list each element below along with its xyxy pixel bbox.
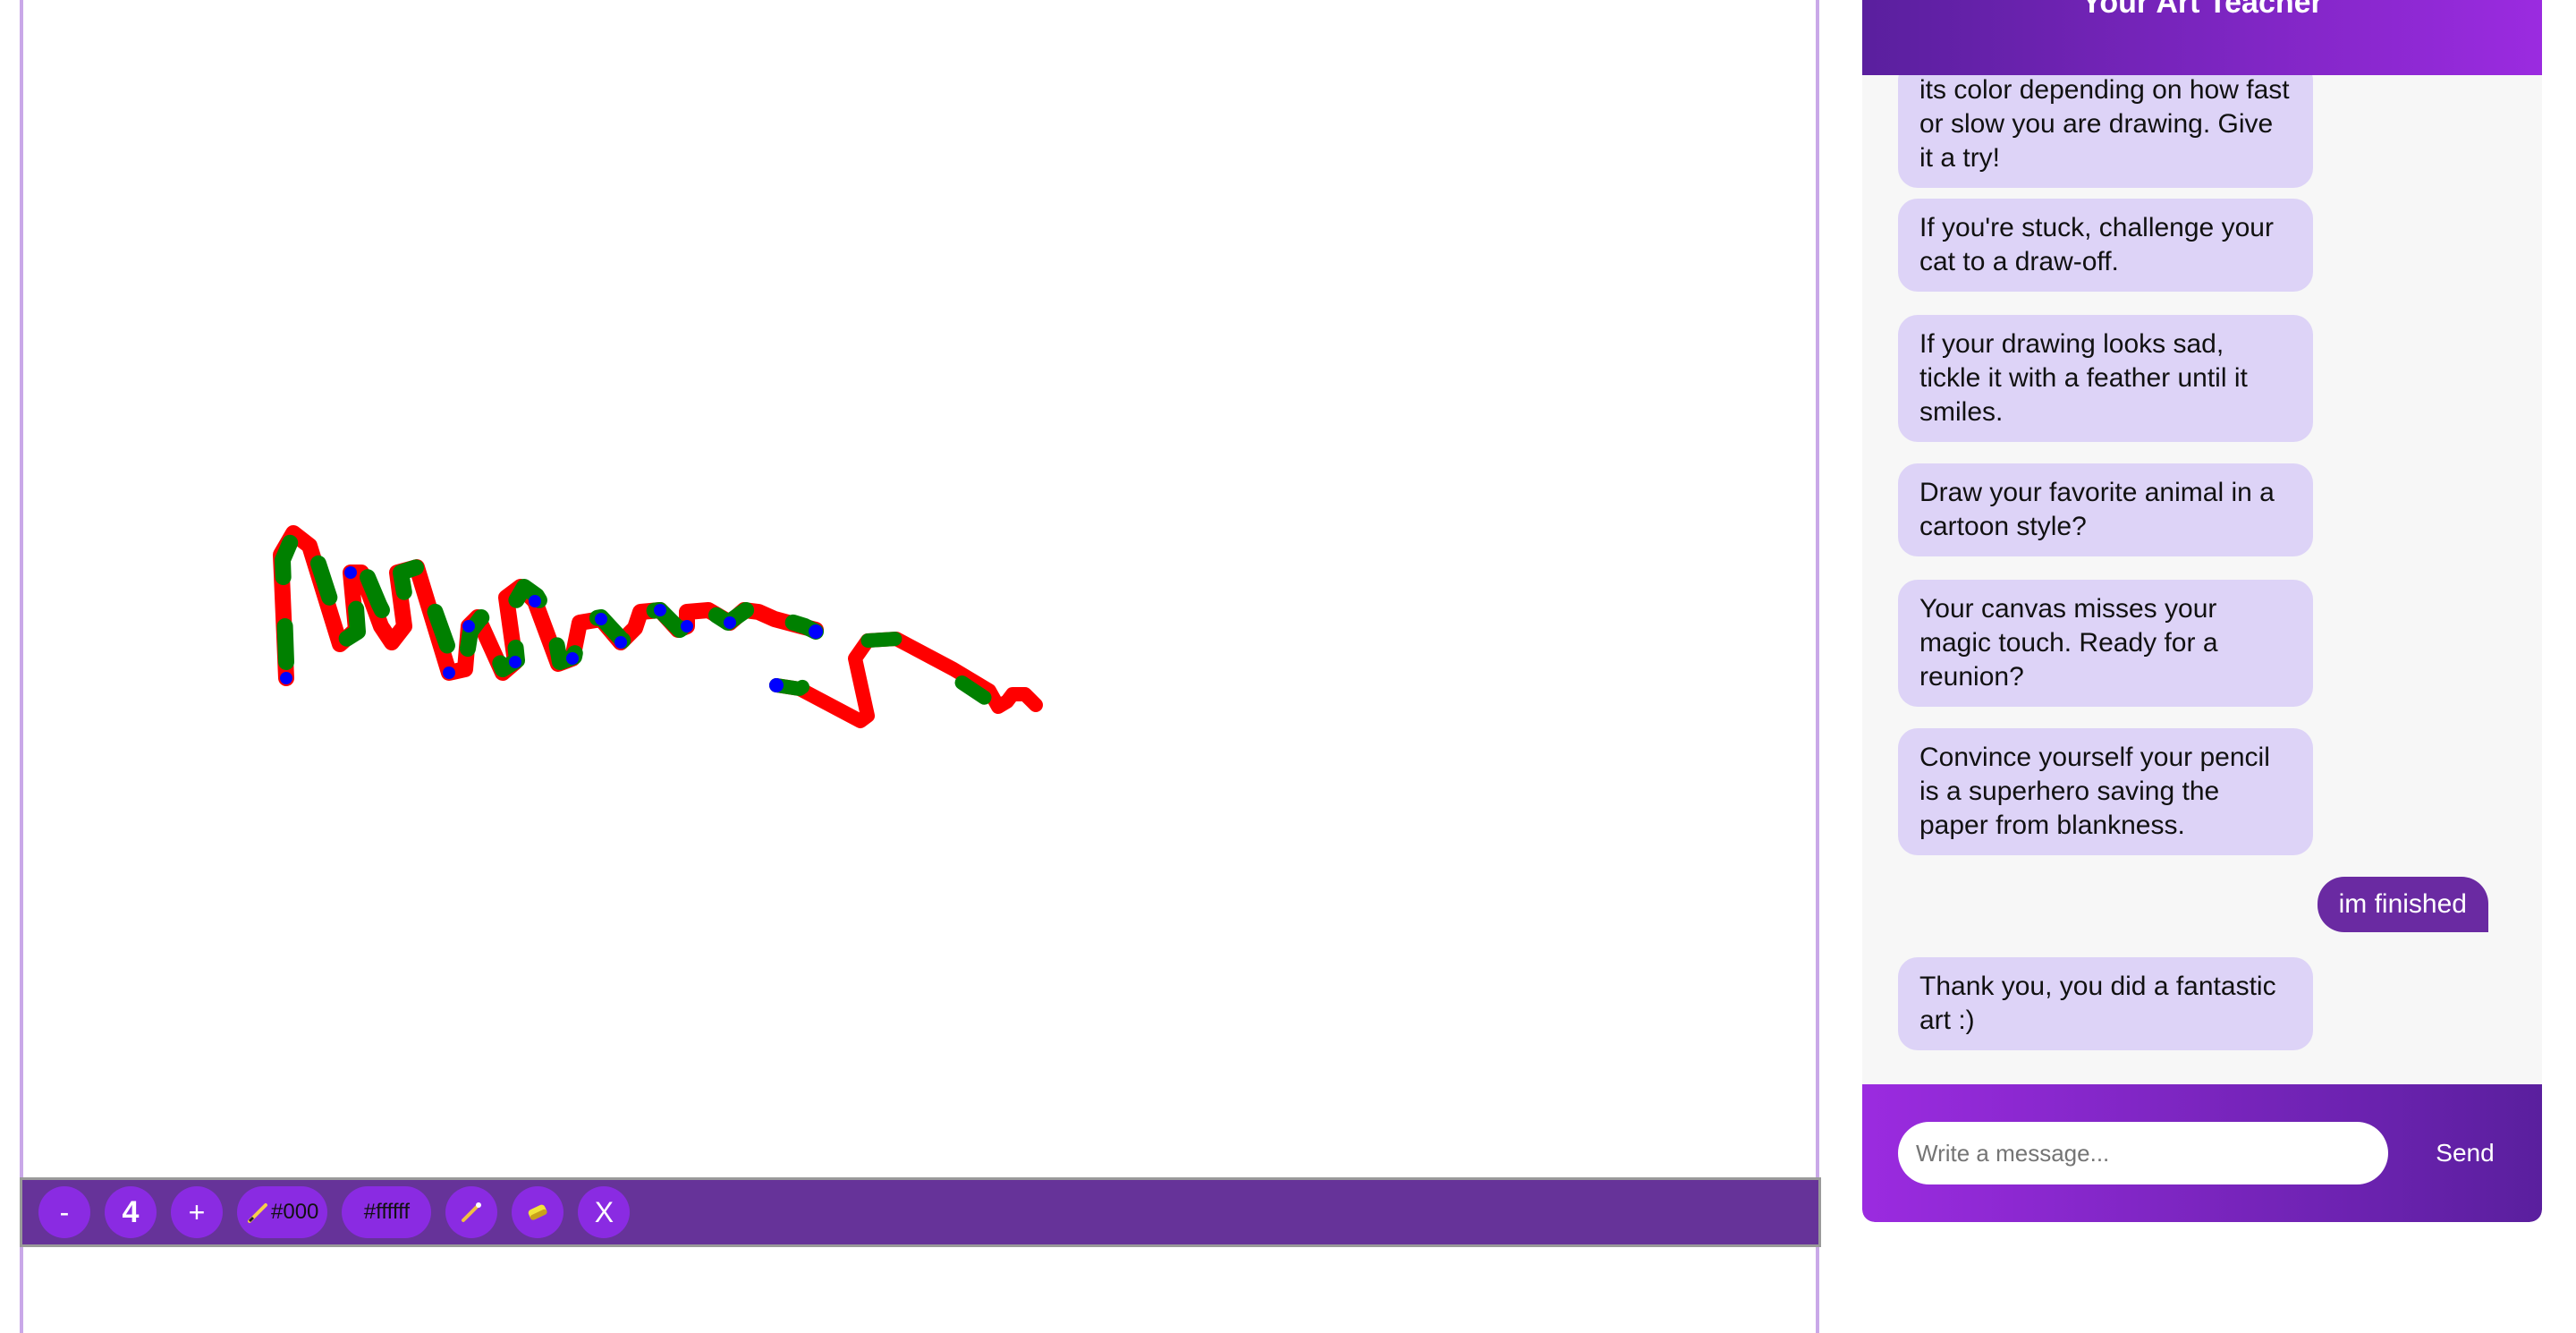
second-stroke — [769, 632, 1043, 728]
chat-panel: Your Art Teacher its color depending on … — [1862, 0, 2542, 1222]
message-input[interactable] — [1898, 1122, 2388, 1184]
clear-canvas-button[interactable]: X — [578, 1186, 631, 1238]
chat-title: Your Art Teacher — [2081, 0, 2323, 20]
decrease-size-button[interactable]: - — [38, 1186, 90, 1238]
magic-wand-button[interactable] — [445, 1186, 498, 1238]
brush-color-button[interactable]: #000 — [237, 1186, 328, 1238]
drawing-toolbar: - 4 + #000 #ffffff X — [20, 1177, 1821, 1247]
teacher-message: If you're stuck, challenge your cat to a… — [1898, 199, 2313, 292]
teacher-message: Thank you, you did a fantastic art :) — [1898, 957, 2313, 1050]
drawing-canvas[interactable] — [20, 0, 1819, 1333]
increase-size-button[interactable]: + — [171, 1186, 223, 1238]
chat-header: Your Art Teacher — [1862, 0, 2542, 75]
brush-size-indicator: 4 — [105, 1186, 157, 1238]
eraser-icon — [529, 1204, 548, 1220]
magic-wand-icon — [462, 1202, 482, 1222]
pencil-icon — [248, 1203, 267, 1223]
message-list[interactable]: its color depending on how fast or slow … — [1862, 75, 2542, 1084]
teacher-message: If your drawing looks sad, tickle it wit… — [1898, 315, 2313, 442]
canvas-drawing — [273, 525, 1043, 728]
teacher-message: Convince yourself your pencil is a super… — [1898, 728, 2313, 855]
user-message: im finished — [2317, 877, 2488, 932]
send-button[interactable]: Send — [2415, 1122, 2515, 1184]
chat-footer: Send — [1862, 1084, 2542, 1222]
second-stroke-dot — [769, 678, 784, 692]
background-color-value: #ffffff — [363, 1200, 410, 1224]
teacher-message: Draw your favorite animal in a cartoon s… — [1898, 463, 2313, 556]
teacher-message: its color depending on how fast or slow … — [1898, 75, 2313, 188]
brush-color-value: #000 — [271, 1200, 319, 1224]
eraser-button[interactable] — [512, 1186, 564, 1238]
teacher-message: Your canvas misses your magic touch. Rea… — [1898, 580, 2313, 707]
background-color-button[interactable]: #ffffff — [342, 1186, 432, 1238]
